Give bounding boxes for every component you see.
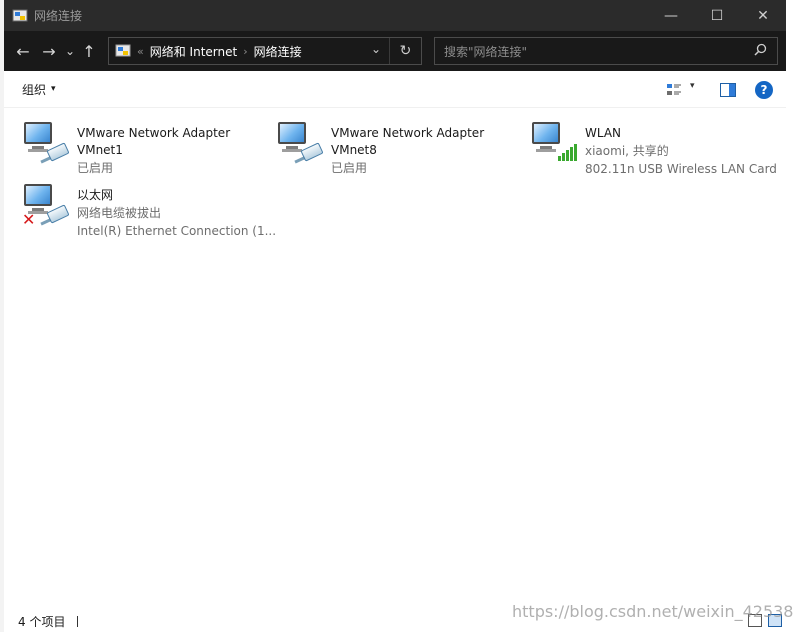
- up-button[interactable]: ↑: [78, 36, 100, 66]
- connection-name: 以太网: [77, 188, 114, 202]
- refresh-button[interactable]: ↻: [389, 38, 421, 64]
- address-bar[interactable]: « 网络和 Internet › 网络连接 ⌄ ↻: [108, 37, 422, 65]
- breadcrumb-overflow[interactable]: «: [137, 45, 144, 58]
- arrow-up-icon: ↑: [82, 41, 96, 61]
- title-bar: 网络连接 — ☐ ✕: [4, 0, 786, 31]
- wireless-network-icon: [530, 116, 578, 164]
- connection-ethernet[interactable]: ✕ 以太网 网络电缆被拔出 Intel(R) Ethernet Connecti…: [22, 178, 276, 240]
- caret-down-icon: ▾: [51, 84, 56, 94]
- connection-wlan[interactable]: WLAN xiaomi, 共享的 802.11n USB Wireless LA…: [530, 116, 777, 178]
- connection-vmnet1[interactable]: VMware Network Adapter VMnet1 已启用: [22, 116, 230, 177]
- window-title: 网络连接: [34, 9, 83, 23]
- close-button[interactable]: ✕: [740, 0, 786, 31]
- back-button[interactable]: ←: [10, 36, 36, 66]
- chevron-down-icon: ⌄: [64, 44, 76, 58]
- signal-strength-icon: [558, 144, 577, 161]
- view-details-icon: [667, 84, 681, 95]
- connection-vmnet8[interactable]: VMware Network Adapter VMnet8 已启用: [276, 116, 484, 177]
- network-connections-icon: [12, 8, 28, 24]
- search-box[interactable]: 搜索"网络连接": [434, 37, 778, 65]
- network-adapter-icon: [276, 116, 324, 164]
- connection-device: VMnet1: [77, 143, 123, 157]
- network-adapter-icon: [22, 116, 70, 164]
- breadcrumb-network-internet[interactable]: 网络和 Internet: [150, 43, 237, 60]
- connections-list: VMware Network Adapter VMnet1 已启用 VMware…: [4, 108, 786, 608]
- forward-button[interactable]: →: [36, 36, 62, 66]
- recent-locations-button[interactable]: ⌄: [62, 36, 78, 66]
- connection-name: WLAN: [585, 126, 622, 140]
- refresh-icon: ↻: [399, 43, 412, 59]
- breadcrumb-network-connections[interactable]: 网络连接: [254, 43, 302, 60]
- connection-status: 网络电缆被拔出: [77, 206, 162, 220]
- connection-device: Intel(R) Ethernet Connection (1...: [77, 224, 277, 238]
- arrow-right-icon: →: [42, 41, 56, 61]
- minimize-button[interactable]: —: [648, 0, 694, 31]
- organize-menu[interactable]: 组织 ▾: [22, 81, 56, 98]
- preview-pane-button[interactable]: [720, 83, 736, 97]
- disconnected-x-icon: ✕: [22, 210, 36, 229]
- watermark-text: https://blog.csdn.net/weixin_42538558: [512, 602, 794, 621]
- help-button[interactable]: ?: [755, 81, 773, 99]
- view-options-caret-icon[interactable]: ▾: [690, 81, 695, 91]
- command-bar: 组织 ▾ ▾ ?: [4, 71, 786, 108]
- maximize-button[interactable]: ☐: [694, 0, 740, 31]
- change-view-button[interactable]: [666, 82, 682, 98]
- connection-status: 已启用: [331, 161, 368, 175]
- connection-status: 已启用: [77, 161, 114, 175]
- control-panel-icon: [115, 43, 131, 59]
- arrow-left-icon: ←: [16, 41, 30, 61]
- address-dropdown-button[interactable]: ⌄: [371, 42, 381, 56]
- organize-label: 组织: [22, 82, 47, 97]
- explorer-window: 网络连接 — ☐ ✕ ← → ⌄ ↑ « 网络和 Internet › 网络连接…: [4, 0, 786, 632]
- connection-device: 802.11n USB Wireless LAN Card: [585, 162, 777, 176]
- item-count: 4 个项目: [18, 614, 66, 629]
- connection-name: VMware Network Adapter: [331, 126, 485, 140]
- connection-network: xiaomi, 共享的: [585, 144, 669, 158]
- navigation-bar: ← → ⌄ ↑ « 网络和 Internet › 网络连接 ⌄ ↻ 搜索"网络连…: [4, 31, 786, 71]
- status-divider: [77, 615, 79, 627]
- connection-name: VMware Network Adapter: [77, 126, 231, 140]
- background-page-right: [786, 0, 794, 632]
- search-input[interactable]: 搜索"网络连接": [444, 43, 527, 60]
- network-adapter-icon: ✕: [22, 178, 70, 229]
- breadcrumb-separator[interactable]: ›: [243, 45, 247, 58]
- connection-device: VMnet8: [331, 143, 377, 157]
- search-icon: [754, 43, 767, 60]
